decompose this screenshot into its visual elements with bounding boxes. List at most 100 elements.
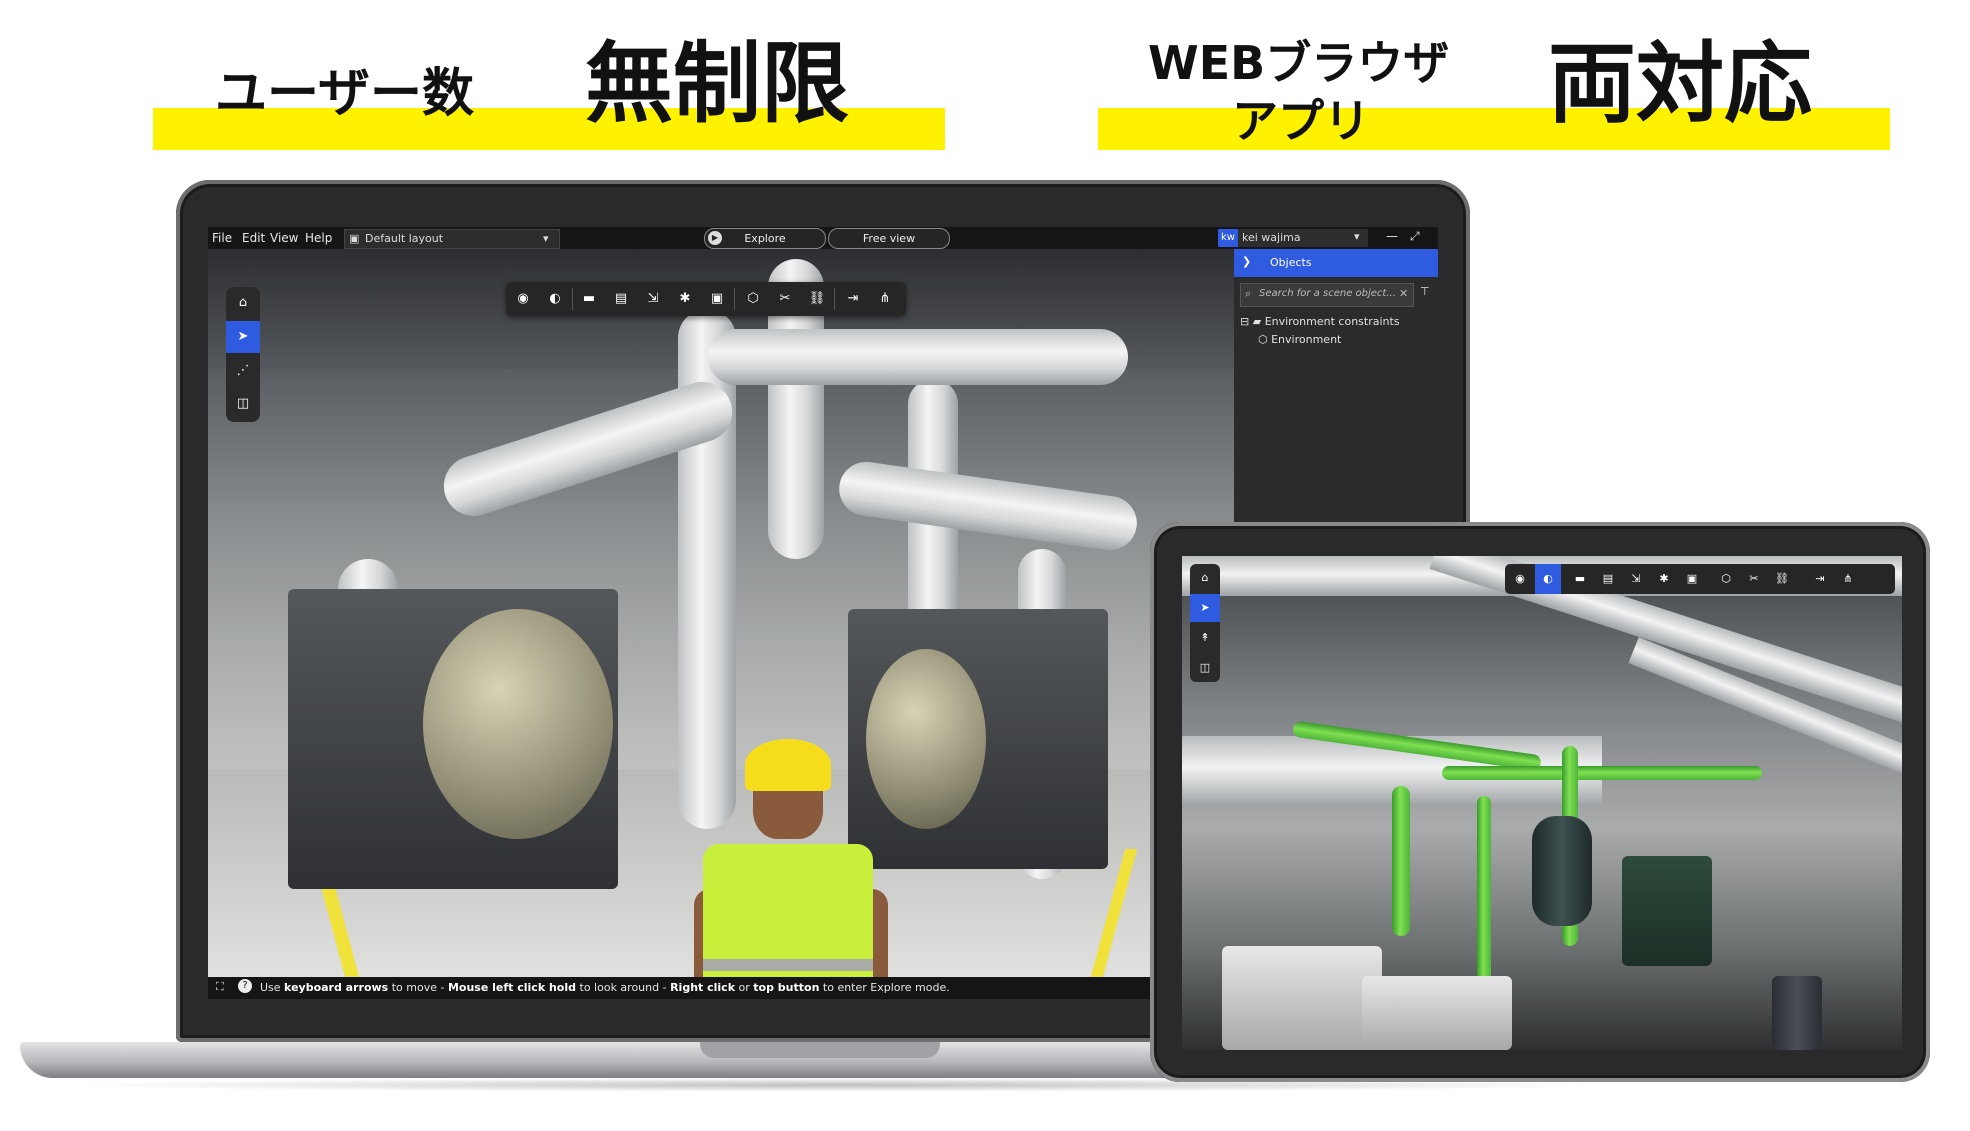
objects-panel-title: Objects xyxy=(1270,256,1312,269)
menu-view[interactable]: View xyxy=(270,231,298,245)
share-icon[interactable]: ⋔ xyxy=(870,282,900,316)
layout-icon: ▣ xyxy=(349,232,360,245)
green-pipe xyxy=(1442,766,1762,780)
measure-icon[interactable]: ▬ xyxy=(1567,564,1593,594)
left-toolbar: ⌂ ➤ ⋰ ◫ xyxy=(226,287,260,422)
cut-icon[interactable]: ✂ xyxy=(1741,564,1767,594)
object-search-input[interactable]: ⌕ Search for a scene object... ✕ xyxy=(1240,283,1414,307)
chiller-tank xyxy=(423,609,613,839)
pipe xyxy=(708,329,1128,385)
cube-icon: ⬡ xyxy=(1258,333,1268,346)
toolbar-divider xyxy=(834,288,835,310)
layout-select[interactable]: ▣ Default layout ▾ xyxy=(344,229,560,249)
toolbar-divider xyxy=(734,288,735,310)
clear-icon[interactable]: ✕ xyxy=(1399,287,1408,300)
home-icon[interactable]: ⌂ xyxy=(226,287,260,319)
status-text-part: or xyxy=(735,981,754,994)
menu-edit[interactable]: Edit xyxy=(242,231,265,245)
help-icon[interactable]: ? xyxy=(238,979,252,993)
chevron-down-icon: ▾ xyxy=(1354,230,1360,243)
folder-icon: ▰ xyxy=(1252,315,1262,328)
import-icon[interactable]: ⇲ xyxy=(638,282,668,316)
search-icon: ⌕ xyxy=(1245,287,1252,300)
left-headline-prefix: ユーザー数 xyxy=(215,64,474,124)
measure-icon[interactable]: ▬ xyxy=(574,282,604,316)
status-key-hint: Right click xyxy=(670,981,736,994)
link-icon[interactable]: ⛓ xyxy=(802,282,832,316)
worker-vest xyxy=(703,844,873,977)
tablet-screen[interactable]: ⌂ ➤ ↟ ◫ ◉ ◐ ▬ ▤ ⇲ ✱ ▣ ⬡ ✂ ⛓ ⇥ ⋔ xyxy=(1182,556,1902,1050)
pipe xyxy=(835,458,1141,554)
contrast-icon[interactable]: ◐ xyxy=(1535,564,1561,594)
status-text-part: to enter Explore mode. xyxy=(819,981,950,994)
status-key-hint: keyboard arrows xyxy=(284,981,389,994)
export-icon[interactable]: ⇥ xyxy=(838,282,868,316)
right-headline-prefix-line2: アプリ xyxy=(1232,94,1370,148)
collapse-icon: ⊟ xyxy=(1240,315,1250,328)
tree-item-environment-constraints[interactable]: ⊟ ▰ Environment constraints xyxy=(1240,315,1400,328)
export-icon[interactable]: ⇥ xyxy=(1807,564,1833,594)
vr-icon[interactable]: ◫ xyxy=(1190,654,1220,682)
tablet-top-toolbar: ◉ ◐ ▬ ▤ ⇲ ✱ ▣ ⬡ ✂ ⛓ ⇥ ⋔ xyxy=(1505,564,1895,594)
free-view-label: Free view xyxy=(862,232,916,245)
walk-icon[interactable]: ↟ xyxy=(1190,624,1220,652)
contrast-icon[interactable]: ◐ xyxy=(540,282,570,316)
tablet-left-toolbar: ⌂ ➤ ↟ ◫ xyxy=(1190,564,1220,682)
status-text-part: to look around - xyxy=(576,981,671,994)
capture-icon[interactable]: ✱ xyxy=(670,282,700,316)
objects-panel-header[interactable]: ❯ Objects xyxy=(1234,249,1438,277)
right-headline-prefix-line1: WEBブラウザ xyxy=(1148,36,1450,90)
home-icon[interactable]: ⌂ xyxy=(1190,564,1220,592)
tree-item-label: Environment xyxy=(1271,333,1342,346)
expand-icon[interactable]: ⤢ xyxy=(1410,229,1420,244)
eye-icon[interactable]: ◉ xyxy=(1507,564,1533,594)
layout-select-value: Default layout xyxy=(365,232,444,245)
cube-icon[interactable]: ⬡ xyxy=(738,282,768,316)
menu-file[interactable]: File xyxy=(212,231,232,245)
play-icon: ▶ xyxy=(708,231,722,245)
filter-icon[interactable]: ⊤ xyxy=(1420,285,1430,298)
map-icon[interactable]: ⛶ xyxy=(216,980,224,994)
capture-icon[interactable]: ✱ xyxy=(1651,564,1677,594)
left-headline-main: 無制限 xyxy=(585,32,850,135)
menu-help[interactable]: Help xyxy=(305,231,332,245)
share-icon[interactable]: ⋔ xyxy=(1835,564,1861,594)
screenshot-icon[interactable]: ▣ xyxy=(1679,564,1705,594)
navigate-icon[interactable]: ➤ xyxy=(226,321,260,353)
white-unit xyxy=(1222,946,1382,1050)
tree-item-environment[interactable]: ⬡ Environment xyxy=(1258,333,1341,346)
import-icon[interactable]: ⇲ xyxy=(1623,564,1649,594)
status-key-hint: top button xyxy=(753,981,820,994)
explore-button[interactable]: ▶ Explore xyxy=(704,228,826,249)
navigate-icon[interactable]: ➤ xyxy=(1190,594,1220,622)
object-search-placeholder: Search for a scene object... xyxy=(1259,288,1396,299)
cube-icon[interactable]: ⬡ xyxy=(1713,564,1739,594)
toolbar-divider xyxy=(572,288,573,310)
comment-icon[interactable]: ▤ xyxy=(1595,564,1621,594)
chevron-down-icon: ▾ xyxy=(543,232,549,245)
status-text-part: Use xyxy=(260,981,285,994)
laptop-notch xyxy=(700,1042,940,1058)
right-headline-main: 両対応 xyxy=(1548,32,1813,135)
vr-icon[interactable]: ◫ xyxy=(226,388,260,420)
top-toolbar: ◉ ◐ ▬ ▤ ⇲ ✱ ▣ ⬡ ✂ ⛓ ⇥ ⋔ xyxy=(506,282,906,316)
equipment-cabinet xyxy=(1622,856,1712,966)
free-view-button[interactable]: Free view xyxy=(828,228,950,249)
user-select[interactable]: kw kei wajima ▾ xyxy=(1218,229,1368,247)
avatar: kw xyxy=(1218,229,1238,247)
menu-bar: File Edit View Help ▣ Default layout ▾ ▶… xyxy=(208,227,1438,249)
link-icon[interactable]: ⛓ xyxy=(1769,564,1795,594)
status-text: Use keyboard arrows to move - Mouse left… xyxy=(260,981,950,994)
chiller-tank xyxy=(866,649,986,829)
comment-icon[interactable]: ▤ xyxy=(606,282,636,316)
minimize-icon[interactable]: — xyxy=(1386,229,1398,243)
user-name: kei wajima xyxy=(1242,231,1301,244)
explore-label: Explore xyxy=(744,232,786,245)
eye-icon[interactable]: ◉ xyxy=(508,282,538,316)
steps-icon[interactable]: ⋰ xyxy=(226,355,260,387)
screenshot-icon[interactable]: ▣ xyxy=(702,282,732,316)
cut-icon[interactable]: ✂ xyxy=(770,282,800,316)
3d-viewport[interactable]: ⌂ ➤ ⋰ ◫ ◉ ◐ ▬ ▤ ⇲ ✱ ▣ ⬡ ✂ ⛓ ⇥ ⋔ xyxy=(208,249,1234,977)
tank xyxy=(1532,816,1592,926)
status-key-hint: Mouse left click hold xyxy=(447,981,577,994)
